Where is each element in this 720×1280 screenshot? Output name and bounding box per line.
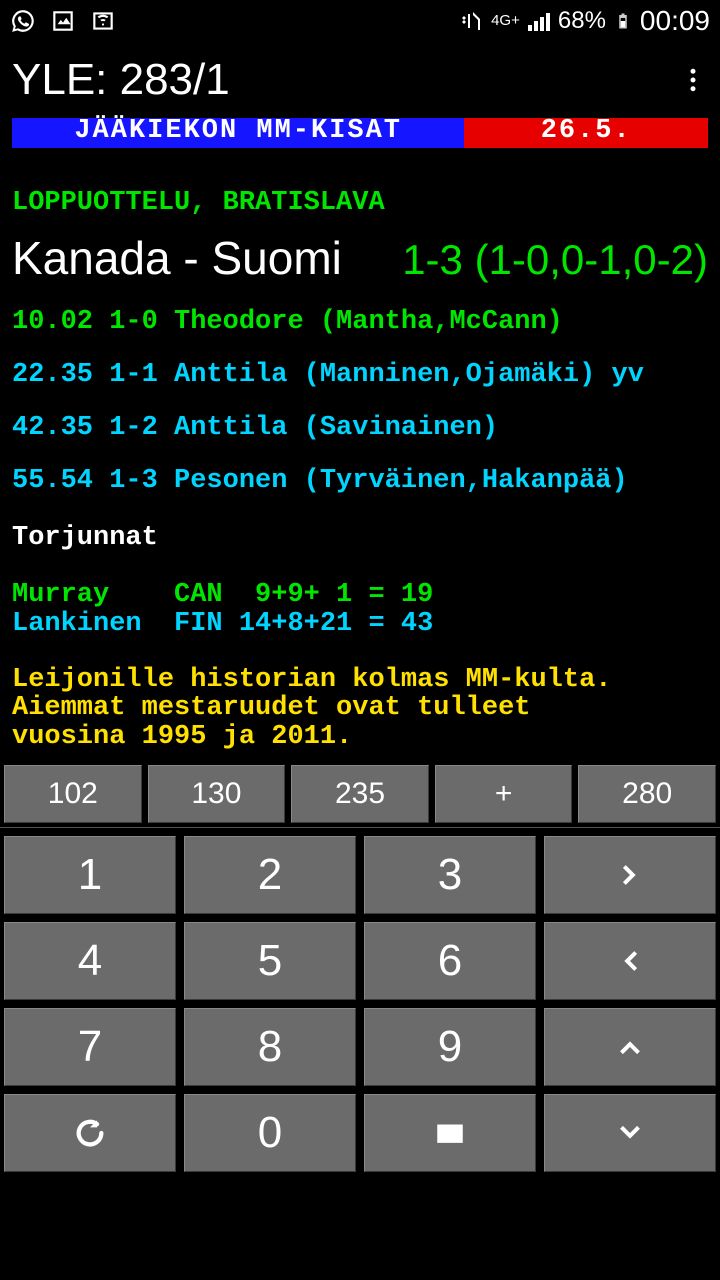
- app-bar: YLE: 283/1: [0, 42, 720, 118]
- key-5[interactable]: 5: [184, 922, 356, 1000]
- status-left: [10, 8, 116, 34]
- match-score: 1-3 (1-0,0-1,0-2): [402, 239, 708, 281]
- signal-icon: [528, 11, 550, 31]
- saves-row: Lankinen FIN 14+8+21 = 43: [12, 611, 708, 638]
- wifi-icon: [90, 8, 116, 34]
- goal-event: 22.35 1-1 Anttila (Manninen,Ojamäki) yv: [12, 362, 708, 389]
- shortcut-button[interactable]: 130: [148, 765, 286, 823]
- key-3[interactable]: 3: [364, 836, 536, 914]
- shortcut-button[interactable]: 102: [4, 765, 142, 823]
- key-next[interactable]: [544, 836, 716, 914]
- teletext-header: JÄÄKIEKON MM-KISAT 26.5.: [12, 118, 708, 148]
- more-menu-icon[interactable]: [678, 65, 708, 95]
- goal-event: 10.02 1-0 Theodore (Mantha,McCann): [12, 309, 708, 336]
- match-teams: Kanada - Suomi: [12, 235, 342, 281]
- goal-event: 42.35 1-2 Anttila (Savinainen): [12, 415, 708, 442]
- key-refresh[interactable]: [4, 1094, 176, 1172]
- list-icon: [433, 1116, 467, 1150]
- battery-percent: 68%: [558, 7, 606, 35]
- whatsapp-icon: [10, 8, 36, 34]
- key-list[interactable]: [364, 1094, 536, 1172]
- chevron-up-icon: [613, 1030, 647, 1064]
- key-4[interactable]: 4: [4, 922, 176, 1000]
- battery-icon: [614, 8, 632, 34]
- status-bar: 4G+ 68% 00:09: [0, 0, 720, 42]
- header-date: 26.5.: [464, 118, 708, 148]
- shortcut-bar: 102 130 235 + 280: [0, 761, 720, 828]
- header-title: JÄÄKIEKON MM-KISAT: [12, 118, 464, 148]
- key-prev[interactable]: [544, 922, 716, 1000]
- status-right: 4G+ 68% 00:09: [459, 5, 710, 37]
- shortcut-button[interactable]: 280: [578, 765, 716, 823]
- shortcut-button[interactable]: 235: [291, 765, 429, 823]
- key-1[interactable]: 1: [4, 836, 176, 914]
- key-0[interactable]: 0: [184, 1094, 356, 1172]
- shortcut-button[interactable]: +: [435, 765, 573, 823]
- key-9[interactable]: 9: [364, 1008, 536, 1086]
- picture-icon: [50, 8, 76, 34]
- key-down[interactable]: [544, 1094, 716, 1172]
- key-6[interactable]: 6: [364, 922, 536, 1000]
- chevron-right-icon: [613, 858, 647, 892]
- saves-row: Murray CAN 9+9+ 1 = 19: [12, 582, 708, 609]
- key-2[interactable]: 2: [184, 836, 356, 914]
- vibrate-silent-icon: [459, 8, 483, 34]
- key-8[interactable]: 8: [184, 1008, 356, 1086]
- goal-event: 55.54 1-3 Pesonen (Tyrväinen,Hakanpää): [12, 468, 708, 495]
- subtitle: LOPPUOTTELU, BRATISLAVA: [12, 190, 708, 217]
- match-row: Kanada - Suomi 1-3 (1-0,0-1,0-2): [12, 235, 708, 281]
- keypad: 1 2 3 4 5 6 7 8 9 0: [0, 828, 720, 1180]
- chevron-down-icon: [613, 1116, 647, 1150]
- chevron-left-icon: [613, 944, 647, 978]
- key-up[interactable]: [544, 1008, 716, 1086]
- network-type: 4G+: [491, 14, 520, 28]
- teletext-content: JÄÄKIEKON MM-KISAT 26.5. LOPPUOTTELU, BR…: [0, 118, 720, 761]
- saves-title: Torjunnat: [12, 525, 708, 552]
- clock: 00:09: [640, 5, 710, 37]
- footer-note: Leijonille historian kolmas MM-kulta. Ai…: [12, 666, 708, 751]
- refresh-icon: [73, 1116, 107, 1150]
- key-7[interactable]: 7: [4, 1008, 176, 1086]
- page-title: YLE: 283/1: [12, 55, 230, 105]
